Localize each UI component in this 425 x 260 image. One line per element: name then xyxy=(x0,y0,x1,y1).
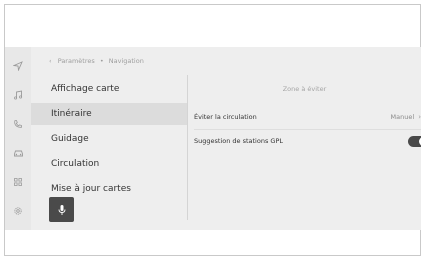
gpl-suggestion-label: Suggestion de stations GPL xyxy=(194,137,283,145)
avoid-traffic-row[interactable]: Éviter la circulation Manuel › xyxy=(194,107,421,127)
phone-icon[interactable] xyxy=(5,115,31,133)
left-icon-rail xyxy=(5,47,31,230)
avoid-traffic-value: Manuel xyxy=(390,113,415,121)
display-frame: ‹ Paramètres • Navigation Affichage cart… xyxy=(4,4,421,256)
row-divider xyxy=(194,129,421,130)
gpl-suggestion-toggle[interactable] xyxy=(408,136,421,147)
breadcrumb-current: Navigation xyxy=(108,57,144,65)
breadcrumb-separator: • xyxy=(99,57,104,65)
infotainment-screen: ‹ Paramètres • Navigation Affichage cart… xyxy=(5,47,421,230)
breadcrumb-parent[interactable]: Paramètres xyxy=(58,57,95,65)
navigation-arrow-icon[interactable] xyxy=(5,57,31,75)
back-chevron-icon[interactable]: ‹ xyxy=(49,57,52,65)
menu-item-label: Circulation xyxy=(51,159,100,169)
menu-item-label: Guidage xyxy=(51,134,89,144)
menu-item-affichage-carte[interactable]: Affichage carte xyxy=(31,78,187,100)
voice-button[interactable] xyxy=(49,197,74,222)
zone-to-avoid-button[interactable]: Zone à éviter xyxy=(188,85,421,93)
car-icon[interactable] xyxy=(5,144,31,162)
menu-item-label: Mise à jour cartes xyxy=(51,184,131,194)
avoid-traffic-label: Éviter la circulation xyxy=(194,113,257,121)
menu-item-label: Affichage carte xyxy=(51,84,120,94)
menu-item-itineraire[interactable]: Itinéraire xyxy=(31,103,187,125)
panel-divider xyxy=(187,75,188,220)
toggle-knob xyxy=(419,137,421,146)
breadcrumb[interactable]: ‹ Paramètres • Navigation xyxy=(49,57,144,65)
menu-item-guidage[interactable]: Guidage xyxy=(31,128,187,150)
menu-item-circulation[interactable]: Circulation xyxy=(31,153,187,175)
gpl-suggestion-row[interactable]: Suggestion de stations GPL xyxy=(194,131,421,151)
settings-gear-icon[interactable] xyxy=(5,202,31,220)
apps-grid-icon[interactable] xyxy=(5,173,31,191)
microphone-icon xyxy=(58,204,65,215)
menu-item-label: Itinéraire xyxy=(51,109,92,119)
chevron-right-icon: › xyxy=(418,113,421,121)
music-note-icon[interactable] xyxy=(5,86,31,104)
